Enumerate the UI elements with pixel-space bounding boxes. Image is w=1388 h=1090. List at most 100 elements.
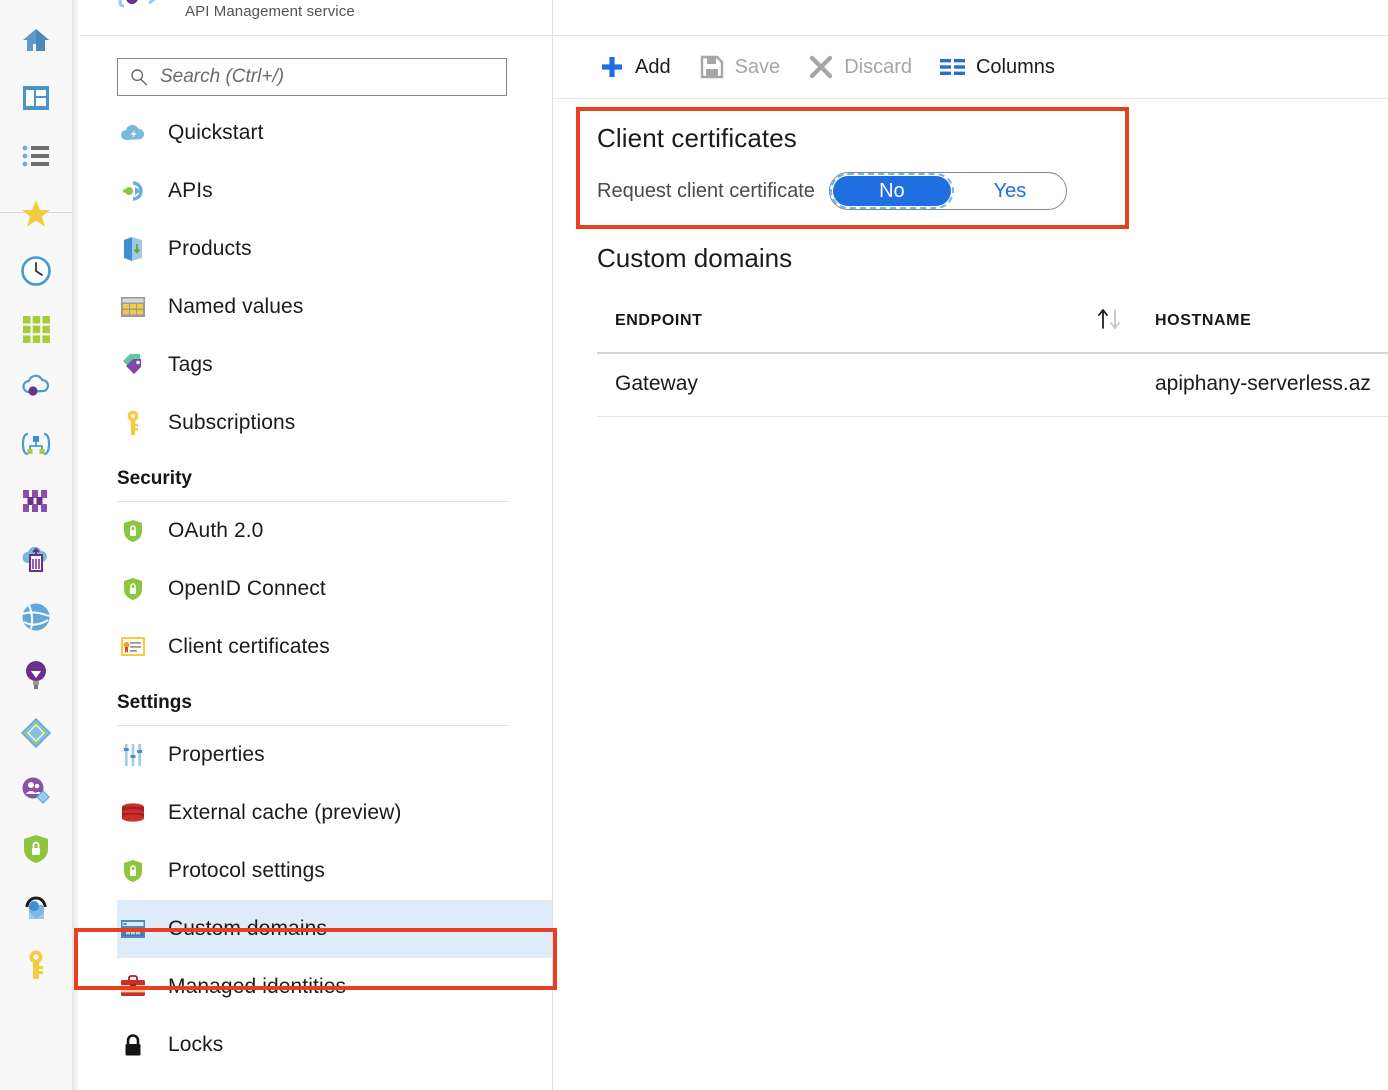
tags-icon xyxy=(120,352,146,378)
sql-databases-icon[interactable] xyxy=(0,597,72,637)
openid-shield-icon xyxy=(120,576,146,602)
sidebar-item-custom-domains[interactable]: www Custom domains xyxy=(117,900,553,958)
protocol-settings-shield-icon xyxy=(120,858,146,884)
managed-identities-icon xyxy=(120,974,146,1000)
app-services-icon[interactable] xyxy=(0,424,72,464)
sidebar-item-client-certificates[interactable]: Client certificates xyxy=(117,618,553,676)
resource-menu-list: Quickstart APIs xyxy=(80,104,553,1074)
resource-header: API Management service xyxy=(80,0,553,35)
sidebar-item-named-values[interactable]: Named values xyxy=(117,278,553,336)
dashboard-icon[interactable] xyxy=(0,78,72,118)
columns-button[interactable]: Columns xyxy=(932,47,1063,87)
column-header-hostname[interactable]: HOSTNAME xyxy=(1155,300,1251,330)
home-icon[interactable] xyxy=(0,20,72,60)
custom-domains-www-icon: www xyxy=(120,916,146,942)
sidebar-item-managed-identities[interactable]: Managed identities xyxy=(117,958,553,1016)
sidebar-item-label: Tags xyxy=(168,353,213,377)
menu-group-settings: Settings xyxy=(117,676,509,726)
request-client-certificate-toggle[interactable]: No Yes xyxy=(829,172,1067,210)
column-header-endpoint[interactable]: ENDPOINT xyxy=(615,300,702,330)
external-cache-icon xyxy=(120,800,146,826)
cell-hostname: apiphany-serverless.az xyxy=(1155,372,1371,396)
properties-sliders-icon xyxy=(120,742,146,768)
discard-button[interactable]: Discard xyxy=(800,47,920,87)
client-certificate-icon xyxy=(120,634,146,660)
sidebar-item-label: Named values xyxy=(168,295,303,319)
search-input[interactable] xyxy=(158,65,488,89)
save-button-label: Save xyxy=(735,56,781,79)
sidebar-item-label: Custom domains xyxy=(168,917,327,941)
sidebar-item-label: Locks xyxy=(168,1033,223,1057)
sidebar-item-label: APIs xyxy=(168,179,213,203)
sort-ascending-icon[interactable] xyxy=(1095,306,1125,332)
azure-portal-page: API Management service « Quickstart xyxy=(0,0,1388,1090)
save-disk-icon xyxy=(699,54,725,80)
users-identity-icon[interactable] xyxy=(0,771,72,811)
search-icon xyxy=(130,68,148,86)
table-row[interactable]: Gateway apiphany-serverless.az xyxy=(597,352,1388,416)
favorites-star-icon[interactable] xyxy=(0,193,72,233)
azure-left-icon-rail xyxy=(0,0,72,1090)
quickstart-cloud-icon xyxy=(120,120,146,146)
apis-arrow-icon xyxy=(120,178,146,204)
sidebar-item-external-cache-preview[interactable]: External cache (preview) xyxy=(117,784,553,842)
columns-button-label: Columns xyxy=(976,56,1055,79)
sidebar-item-label: OpenID Connect xyxy=(168,577,326,601)
menu-group-security: Security xyxy=(117,452,509,502)
azure-cosmos-db-icon[interactable] xyxy=(0,655,72,695)
sidebar-item-openid-connect[interactable]: OpenID Connect xyxy=(117,560,553,618)
sidebar-item-label: Properties xyxy=(168,743,265,767)
command-bar: Add Save Discard xyxy=(553,36,1388,98)
sidebar-item-properties[interactable]: Properties xyxy=(117,726,553,784)
recent-clock-icon[interactable] xyxy=(0,251,72,291)
sidebar-item-label: Products xyxy=(168,237,252,261)
header-divider xyxy=(80,35,553,36)
subscriptions-key-icon xyxy=(120,410,146,436)
toggle-option-no[interactable]: No xyxy=(833,176,951,206)
request-client-certificate-label: Request client certificate xyxy=(597,180,815,203)
search-box[interactable] xyxy=(117,58,507,96)
named-values-table-icon xyxy=(120,294,146,320)
sidebar-item-locks[interactable]: Locks xyxy=(117,1016,553,1074)
sidebar-item-label: External cache (preview) xyxy=(168,801,402,825)
sidebar-item-products[interactable]: Products xyxy=(117,220,553,278)
sidebar-item-subscriptions[interactable]: Subscriptions xyxy=(117,394,553,452)
virtual-machines-icon[interactable] xyxy=(0,481,72,521)
command-bar-divider xyxy=(553,98,1388,99)
cell-endpoint: Gateway xyxy=(615,372,698,396)
sidebar-item-tags[interactable]: Tags xyxy=(117,336,553,394)
locks-padlock-icon xyxy=(120,1032,146,1058)
columns-icon xyxy=(940,54,966,80)
all-services-icon[interactable] xyxy=(0,136,72,176)
storage-accounts-icon[interactable] xyxy=(0,539,72,579)
save-button[interactable]: Save xyxy=(691,47,789,87)
security-center-shield-icon[interactable] xyxy=(0,829,72,869)
monitor-icon[interactable] xyxy=(0,887,72,927)
resource-subtitle: API Management service xyxy=(185,3,355,20)
sidebar-item-label: OAuth 2.0 xyxy=(168,519,263,543)
add-button[interactable]: Add xyxy=(591,47,679,87)
oauth-shield-icon xyxy=(120,518,146,544)
toggle-option-yes[interactable]: Yes xyxy=(960,173,1060,209)
products-box-icon xyxy=(120,236,146,262)
resource-menu-panel: API Management service « Quickstart xyxy=(80,0,553,1090)
table-row-divider xyxy=(597,416,1388,417)
plus-icon xyxy=(599,54,625,80)
sidebar-item-label: Quickstart xyxy=(168,121,264,145)
sidebar-item-label: Protocol settings xyxy=(168,859,325,883)
menu-group-title: Security xyxy=(117,468,509,490)
discard-button-label: Discard xyxy=(844,56,912,79)
key-vault-icon[interactable] xyxy=(0,945,72,985)
sidebar-item-protocol-settings[interactable]: Protocol settings xyxy=(117,842,553,900)
sidebar-item-oauth-2-0[interactable]: OAuth 2.0 xyxy=(117,502,553,560)
menu-group-title: Settings xyxy=(117,692,509,714)
table-header-row: ENDPOINT HOSTNAME xyxy=(597,300,1388,352)
add-button-label: Add xyxy=(635,56,671,79)
azure-active-directory-icon[interactable] xyxy=(0,713,72,753)
all-resources-grid-icon[interactable] xyxy=(0,309,72,349)
sidebar-item-apis[interactable]: APIs xyxy=(117,162,553,220)
close-x-icon xyxy=(808,54,834,80)
sidebar-item-quickstart[interactable]: Quickstart xyxy=(117,104,553,162)
resource-groups-cloud-icon[interactable] xyxy=(0,366,72,406)
sidebar-item-label: Client certificates xyxy=(168,635,330,659)
